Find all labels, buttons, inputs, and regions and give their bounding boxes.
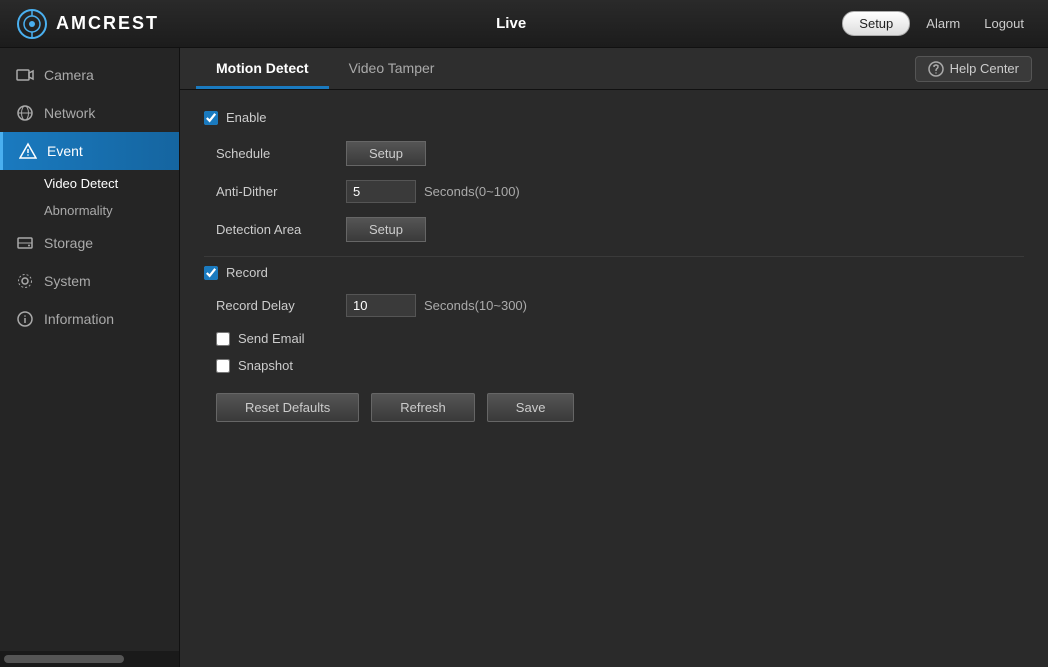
sidebar: Camera Network Event (0, 48, 180, 667)
sidebar-item-camera[interactable]: Camera (0, 56, 179, 94)
scrollbar-thumb[interactable] (4, 655, 124, 663)
sidebar-item-system[interactable]: System (0, 262, 179, 300)
record-label[interactable]: Record (226, 265, 268, 280)
help-center-label: Help Center (950, 61, 1019, 76)
record-delay-label: Record Delay (216, 298, 346, 313)
anti-dither-row: Anti-Dither 5 Seconds(0~100) (204, 180, 1024, 203)
sidebar-sub-video-detect[interactable]: Video Detect (0, 170, 179, 197)
event-icon (19, 142, 37, 160)
logo-text: AMCREST (56, 13, 159, 34)
setup-nav-button[interactable]: Setup (842, 11, 910, 36)
network-icon (16, 104, 34, 122)
enable-row: Enable (204, 110, 1024, 125)
system-icon (16, 272, 34, 290)
tab-video-tamper[interactable]: Video Tamper (329, 48, 455, 89)
snapshot-row: Snapshot (204, 358, 1024, 373)
tab-motion-detect[interactable]: Motion Detect (196, 48, 329, 89)
refresh-button[interactable]: Refresh (371, 393, 475, 422)
action-buttons: Reset Defaults Refresh Save (204, 393, 1024, 422)
amcrest-logo-icon (16, 8, 48, 40)
storage-icon (16, 234, 34, 252)
sidebar-item-event[interactable]: Event (0, 132, 179, 170)
enable-checkbox[interactable] (204, 111, 218, 125)
sidebar-storage-label: Storage (44, 235, 93, 251)
sidebar-abnormality-label: Abnormality (44, 203, 113, 218)
top-navigation: AMCREST Live Setup Alarm Logout (0, 0, 1048, 48)
sidebar-network-label: Network (44, 105, 95, 121)
anti-dither-hint: Seconds(0~100) (424, 184, 520, 199)
record-delay-input[interactable]: 10 (346, 294, 416, 317)
send-email-label[interactable]: Send Email (238, 331, 304, 346)
nav-live-link[interactable]: Live (496, 15, 526, 32)
form-area: Enable Schedule Setup Anti-Dither 5 Seco… (180, 90, 1048, 667)
schedule-setup-button[interactable]: Setup (346, 141, 426, 166)
sidebar-system-label: System (44, 273, 91, 289)
section-divider (204, 256, 1024, 257)
record-delay-row: Record Delay 10 Seconds(10~300) (204, 294, 1024, 317)
sidebar-camera-label: Camera (44, 67, 94, 83)
anti-dither-label: Anti-Dither (216, 184, 346, 199)
reset-defaults-button[interactable]: Reset Defaults (216, 393, 359, 422)
send-email-checkbox[interactable] (216, 332, 230, 346)
logout-nav-link[interactable]: Logout (976, 12, 1032, 35)
help-center-button[interactable]: Help Center (915, 56, 1032, 82)
camera-icon (16, 66, 34, 84)
anti-dither-input[interactable]: 5 (346, 180, 416, 203)
nav-center: Live (180, 15, 842, 32)
sidebar-item-storage[interactable]: Storage (0, 224, 179, 262)
snapshot-checkbox[interactable] (216, 359, 230, 373)
alarm-nav-link[interactable]: Alarm (918, 12, 968, 35)
record-checkbox[interactable] (204, 266, 218, 280)
save-button[interactable]: Save (487, 393, 575, 422)
detection-area-label: Detection Area (216, 222, 346, 237)
sidebar-event-label: Event (47, 143, 83, 159)
sidebar-item-information[interactable]: Information (0, 300, 179, 338)
schedule-label: Schedule (216, 146, 346, 161)
nav-right: Setup Alarm Logout (842, 11, 1048, 36)
detection-area-row: Detection Area Setup (204, 217, 1024, 242)
send-email-row: Send Email (204, 331, 1024, 346)
snapshot-label[interactable]: Snapshot (238, 358, 293, 373)
enable-label[interactable]: Enable (226, 110, 266, 125)
sidebar-video-detect-label: Video Detect (44, 176, 118, 191)
sidebar-information-label: Information (44, 311, 114, 327)
sidebar-sub-abnormality[interactable]: Abnormality (0, 197, 179, 224)
record-row: Record (204, 265, 1024, 280)
sidebar-item-network[interactable]: Network (0, 94, 179, 132)
help-center-icon (928, 61, 944, 77)
detection-area-setup-button[interactable]: Setup (346, 217, 426, 242)
information-icon (16, 310, 34, 328)
main-layout: Camera Network Event (0, 48, 1048, 667)
main-content: Motion Detect Video Tamper Help Center E… (180, 48, 1048, 667)
logo-area: AMCREST (0, 8, 180, 40)
schedule-row: Schedule Setup (204, 141, 1024, 166)
record-delay-hint: Seconds(10~300) (424, 298, 527, 313)
tabs-bar: Motion Detect Video Tamper Help Center (180, 48, 1048, 90)
sidebar-scrollbar[interactable] (0, 651, 179, 667)
